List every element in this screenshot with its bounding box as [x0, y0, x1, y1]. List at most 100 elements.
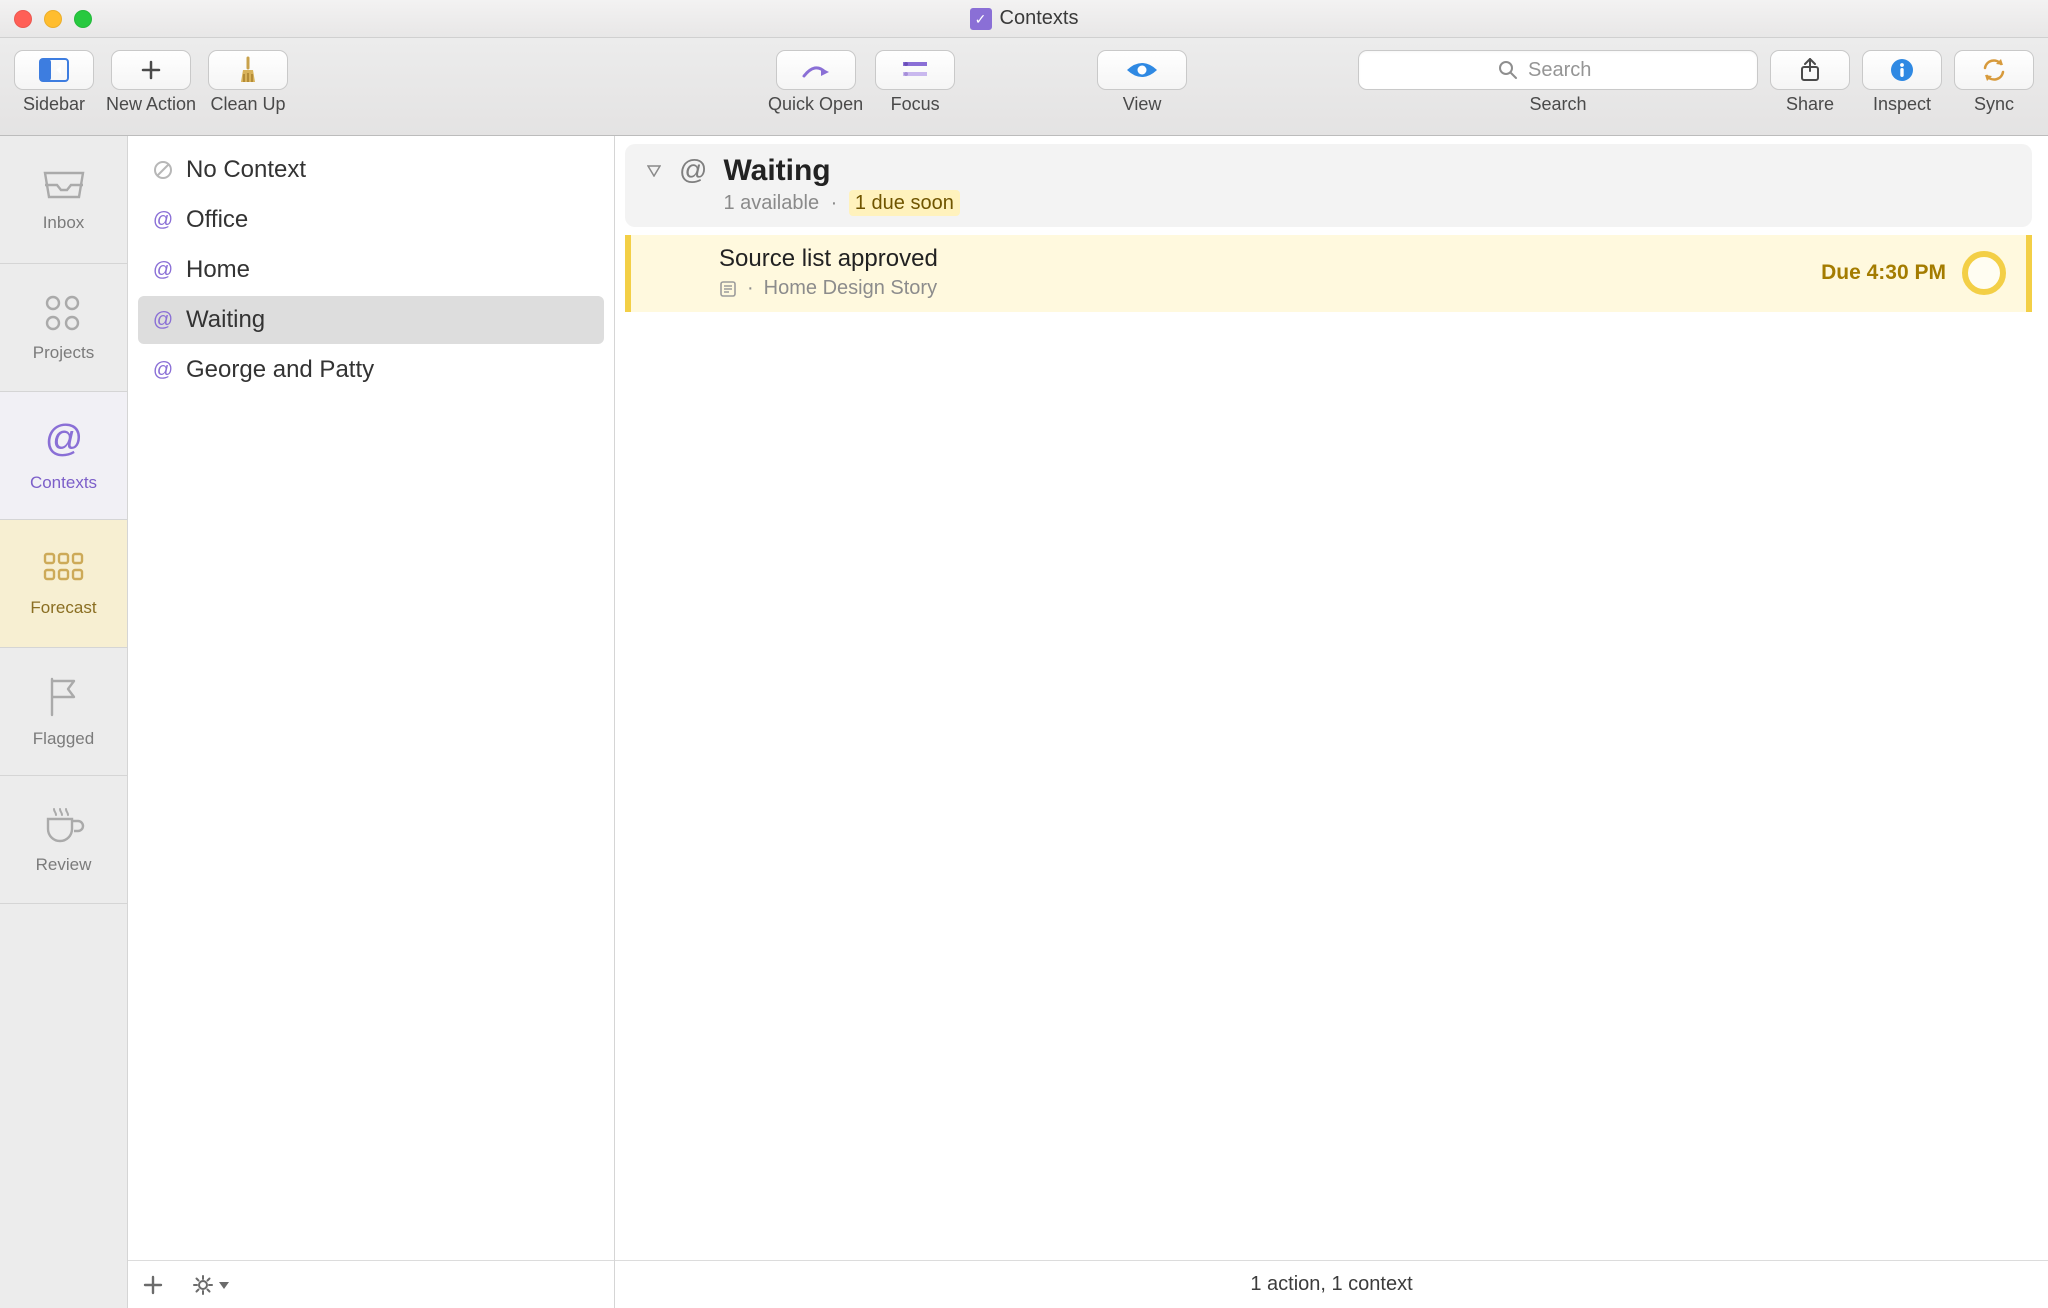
focus-icon [900, 59, 930, 81]
inspect-label: Inspect [1873, 94, 1931, 115]
window-controls [14, 10, 92, 28]
task-subtitle: ·Home Design Story [719, 277, 1821, 300]
section-header: @ Waiting 1 available · 1 due soon [625, 144, 2032, 227]
new-action-button[interactable] [111, 50, 191, 90]
due-soon-badge: 1 due soon [849, 190, 960, 216]
task-project: Home Design Story [764, 277, 937, 300]
perspective-label: Flagged [33, 729, 94, 749]
context-row[interactable]: @ Waiting [138, 296, 604, 344]
perspective-label: Projects [33, 343, 94, 363]
sidebar-toggle-button[interactable] [14, 50, 94, 90]
view-button[interactable] [1097, 50, 1187, 90]
at-icon: @ [152, 359, 174, 381]
share-label: Share [1786, 94, 1834, 115]
at-icon: @ [152, 209, 174, 231]
status-bar-text: 1 action, 1 context [1250, 1273, 1412, 1296]
perspective-projects[interactable]: Projects [0, 264, 127, 392]
sync-icon [1981, 58, 2007, 82]
window-minimize-button[interactable] [44, 10, 62, 28]
forecast-icon [42, 550, 86, 588]
search-field[interactable] [1358, 50, 1758, 90]
perspective-inbox[interactable]: Inbox [0, 136, 127, 264]
task-status-circle[interactable] [1962, 251, 2006, 295]
section-subtitle: 1 available · 1 due soon [723, 192, 959, 215]
plus-icon [139, 58, 163, 82]
section-title: Waiting [723, 154, 959, 188]
perspective-review[interactable]: Review [0, 776, 127, 904]
eye-icon [1125, 60, 1159, 80]
no-context-icon [152, 159, 174, 181]
content-pane: @ Waiting 1 available · 1 due soon Sourc… [615, 136, 2048, 1308]
chevron-down-icon [218, 1280, 230, 1290]
perspective-forecast[interactable]: Forecast [0, 520, 127, 648]
search-input[interactable] [1528, 59, 1618, 82]
window-close-button[interactable] [14, 10, 32, 28]
inbox-icon [41, 167, 87, 203]
perspective-label: Forecast [30, 598, 96, 618]
window-zoom-button[interactable] [74, 10, 92, 28]
sidebar-icon [39, 58, 69, 82]
task-row[interactable]: Source list approved ·Home Design StoryDu… [625, 235, 2032, 312]
focus-button[interactable] [875, 50, 955, 90]
search-icon [1498, 60, 1518, 80]
perspective-rail: Inbox Projects @ Contexts Forecast Flagg… [0, 136, 128, 1308]
disclosure-triangle[interactable] [645, 162, 663, 180]
add-context-button[interactable] [142, 1274, 164, 1296]
context-list: No Context @ Office @ Home @ Waiting @ George an… [128, 136, 615, 1308]
context-label: George and Patty [186, 356, 374, 384]
context-row[interactable]: @ Office [138, 196, 604, 244]
perspective-label: Review [36, 855, 92, 875]
flag-icon [44, 675, 84, 719]
broom-icon [234, 56, 262, 84]
coffee-icon [40, 805, 88, 845]
context-label: Waiting [186, 306, 265, 334]
task-title: Source list approved [719, 245, 1821, 273]
svg-text:@: @ [153, 359, 173, 381]
sync-button[interactable] [1954, 50, 2034, 90]
context-label: Office [186, 206, 248, 234]
app-icon [970, 8, 992, 30]
gear-menu-button[interactable] [192, 1274, 230, 1296]
inspect-button[interactable] [1862, 50, 1942, 90]
quick-open-button[interactable] [776, 50, 856, 90]
search-label: Search [1529, 94, 1586, 115]
window-title: Contexts [0, 0, 2048, 37]
clean-up-label: Clean Up [211, 94, 286, 115]
svg-text:@: @ [153, 259, 173, 281]
status-bar: 1 action, 1 context [615, 1260, 2048, 1308]
clean-up-button[interactable] [208, 50, 288, 90]
share-icon [1799, 57, 1821, 83]
note-icon [719, 280, 737, 298]
sidebar-toggle-label: Sidebar [23, 94, 85, 115]
at-icon: @ [152, 309, 174, 331]
context-label: No Context [186, 156, 306, 184]
share-button[interactable] [1770, 50, 1850, 90]
at-icon: @ [42, 419, 86, 463]
new-action-label: New Action [106, 94, 196, 115]
sync-label: Sync [1974, 94, 2014, 115]
available-count: 1 available [723, 192, 819, 214]
context-label: Home [186, 256, 250, 284]
perspective-label: Contexts [30, 473, 97, 493]
perspective-flagged[interactable]: Flagged [0, 648, 127, 776]
focus-label: Focus [891, 94, 940, 115]
toolbar: Sidebar New Action Clean Up [0, 38, 2048, 136]
svg-text:@: @ [153, 309, 173, 331]
svg-text:@: @ [153, 209, 173, 231]
quick-open-label: Quick Open [768, 94, 863, 115]
projects-icon [42, 293, 86, 333]
quick-open-icon [801, 58, 831, 82]
context-list-footer [128, 1260, 614, 1308]
view-label: View [1123, 94, 1162, 115]
svg-text:@: @ [44, 419, 83, 460]
window-title-text: Contexts [1000, 7, 1079, 30]
task-due-label: Due 4:30 PM [1821, 261, 1946, 285]
perspective-contexts[interactable]: @ Contexts [0, 392, 127, 520]
perspective-label: Inbox [43, 213, 85, 233]
context-row[interactable]: @ Home [138, 246, 604, 294]
context-row[interactable]: No Context [138, 146, 604, 194]
context-row[interactable]: @ George and Patty [138, 346, 604, 394]
title-bar: Contexts [0, 0, 2048, 38]
info-icon [1890, 58, 1914, 82]
at-icon: @ [152, 259, 174, 281]
